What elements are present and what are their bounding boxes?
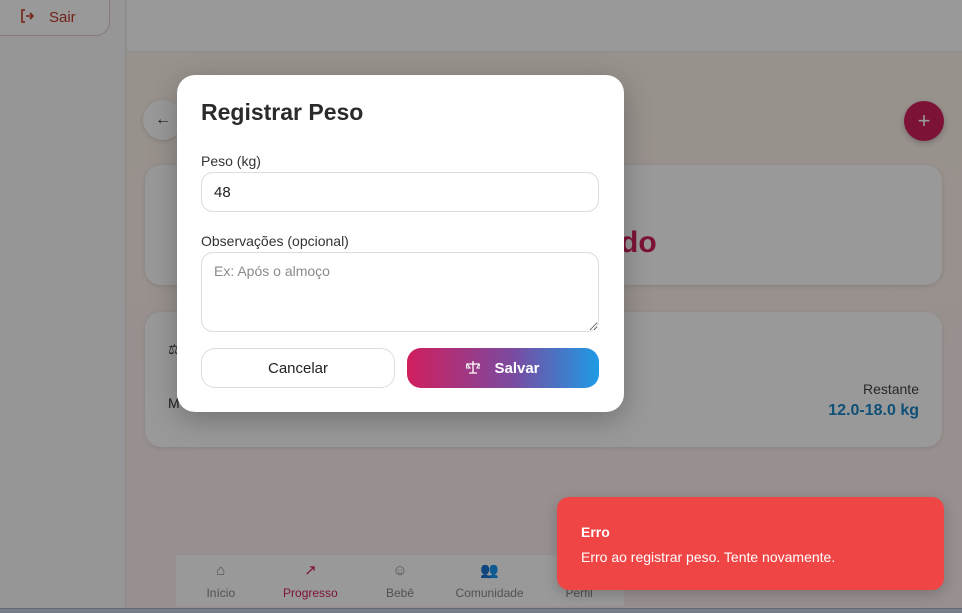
toast-message: Erro ao registrar peso. Tente novamente. <box>581 549 836 565</box>
cancel-label: Cancelar <box>267 359 329 377</box>
weight-input[interactable] <box>201 172 599 212</box>
save-label: Salvar <box>494 359 540 377</box>
notes-label: Observações (opcional) <box>201 233 349 249</box>
scale-icon <box>465 360 483 377</box>
error-toast[interactable]: Erro Erro ao registrar peso. Tente novam… <box>557 497 944 590</box>
toast-title: Erro <box>581 524 610 540</box>
cancel-button[interactable]: Cancelar <box>201 348 395 388</box>
notes-textarea[interactable] <box>201 252 599 332</box>
register-weight-dialog: Registrar Peso Peso (kg) Observações (op… <box>177 75 624 412</box>
dialog-title: Registrar Peso <box>201 99 364 125</box>
weight-label: Peso (kg) <box>201 153 261 169</box>
save-button[interactable]: Salvar <box>407 348 599 388</box>
